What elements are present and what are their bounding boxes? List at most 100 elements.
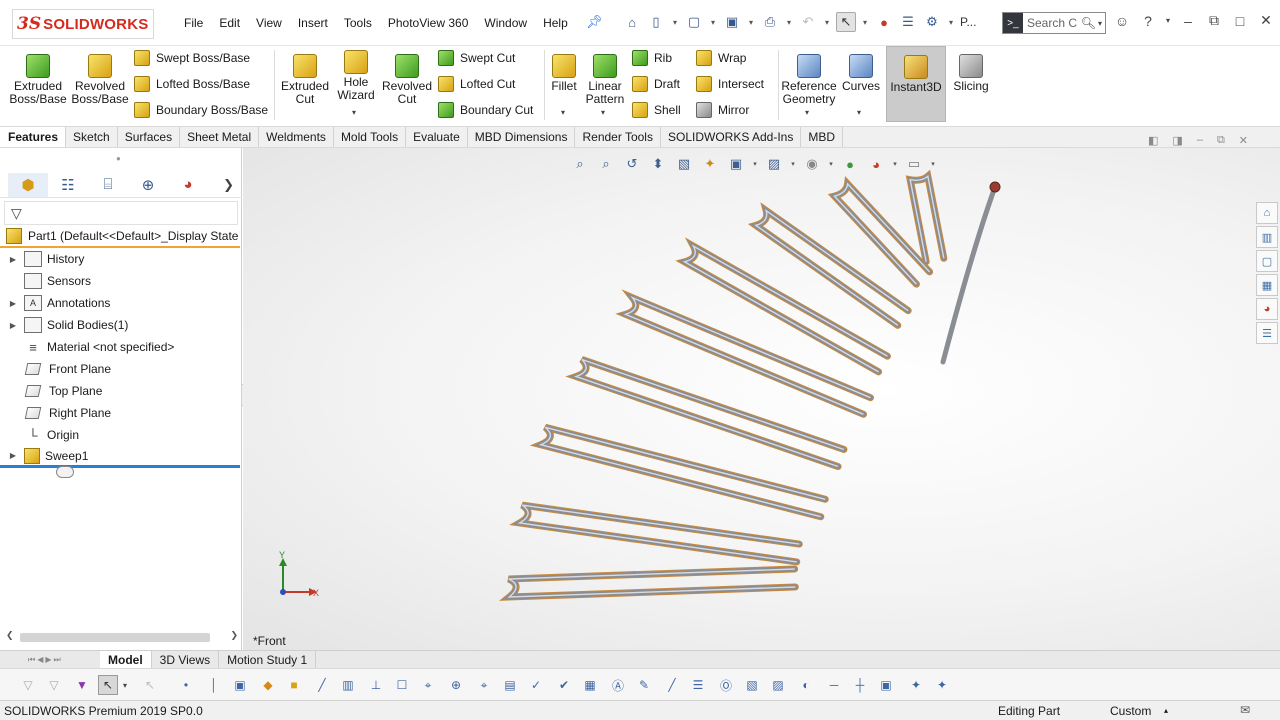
filter-dimensions-icon[interactable]: ▤ — [500, 675, 520, 695]
menu-tools[interactable]: Tools — [336, 16, 380, 30]
filter-geometric-tolerance-icon[interactable]: ✔ — [554, 675, 574, 695]
property-manager-tab-icon[interactable]: ☷ — [48, 173, 88, 197]
help-icon[interactable]: ? — [1138, 13, 1158, 29]
revolved-cut-button[interactable]: Revolved Cut — [380, 54, 434, 106]
graphics-area[interactable]: ⌕ ⌕ ↺ ⬍ ▧ ✦ ▣ ▾ ▨ ▾ ◉ ▾ ● ◕ ▾ ▭ ▾ ⌂ ▥ ▢ … — [243, 148, 1280, 650]
chevron-right-icon[interactable]: ❯ — [223, 177, 234, 193]
restore-icon[interactable]: ⧉ — [1204, 12, 1224, 29]
tree-item-annotations[interactable]: ▶ A Annotations — [0, 292, 240, 314]
filter-solid-bodies-icon[interactable]: ■ — [284, 675, 304, 695]
shell-button[interactable]: Shell — [632, 99, 681, 121]
filter-surface-bodies-icon[interactable]: ◆ — [258, 675, 278, 695]
boundary-boss-button[interactable]: Boundary Boss/Base — [134, 99, 268, 121]
filter-faces-icon[interactable]: ▣ — [230, 675, 250, 695]
select-arrow-icon[interactable]: ↖ — [98, 675, 118, 695]
fillet-button[interactable]: Fillet — [548, 54, 580, 93]
chevron-down-icon[interactable]: ▾ — [708, 12, 718, 32]
linear-pattern-button[interactable]: Linear Pattern — [584, 54, 626, 106]
tree-item-front-plane[interactable]: Front Plane — [0, 358, 240, 380]
tab-features[interactable]: Features — [0, 127, 67, 147]
maximize-icon[interactable]: □ — [1230, 13, 1250, 29]
tab-mbd[interactable]: MBD — [801, 127, 844, 147]
search-box[interactable]: >_ Search C 🔍︎ ▾ — [1002, 12, 1106, 34]
filter-datum-targets-icon[interactable]: ╱ — [662, 675, 682, 695]
expand-arrow-icon[interactable]: ▶ — [0, 255, 24, 264]
rebuild-icon[interactable]: ● — [874, 12, 894, 32]
filter-mbd-icon[interactable]: ▣ — [876, 675, 896, 695]
gear-icon[interactable]: ⚙ — [922, 12, 942, 32]
extruded-boss-button[interactable]: Extruded Boss/Base — [8, 54, 68, 106]
tile-left-icon[interactable]: ◧ — [1148, 134, 1158, 147]
clear-filters-icon[interactable]: ↖ — [140, 675, 160, 695]
filter-notes-icon[interactable]: ▦ — [580, 675, 600, 695]
display-manager-tab-icon[interactable]: ◕ — [168, 173, 208, 197]
chevron-down-icon[interactable]: ▾ — [601, 108, 605, 117]
tree-item-history[interactable]: ▶ History — [0, 248, 240, 270]
search-commands-icon[interactable]: >_ — [1003, 13, 1023, 33]
search-input[interactable]: Search C — [1023, 16, 1081, 30]
chevron-down-icon[interactable]: ▾ — [120, 675, 130, 695]
user-icon[interactable]: ☺ — [1112, 13, 1132, 29]
filter-surface-finish-icon[interactable]: ✓ — [526, 675, 546, 695]
first-tab-icon[interactable]: ⏮ — [28, 655, 35, 665]
filter-sketch-icon[interactable]: ✦ — [932, 675, 952, 695]
filter-cosmetic-thread-icon[interactable]: ☰ — [688, 675, 708, 695]
filter-axes-icon[interactable]: ╱ — [312, 675, 332, 695]
chevron-down-icon[interactable]: ▾ — [784, 12, 794, 32]
chevron-down-icon[interactable]: ▾ — [860, 12, 870, 32]
tab-render-tools[interactable]: Render Tools — [575, 127, 661, 147]
menu-help[interactable]: Help — [535, 16, 576, 30]
curves-button[interactable]: Curves — [842, 54, 880, 93]
menu-photoview[interactable]: PhotoView 360 — [380, 16, 477, 30]
filter-centerline-icon[interactable]: ⌖ — [474, 675, 494, 695]
filter-mid-edge-alt-icon[interactable]: ┼ — [850, 675, 870, 695]
tile-right-icon[interactable]: ◨ — [1172, 134, 1182, 147]
tab-model[interactable]: Model — [100, 651, 152, 668]
draft-button[interactable]: Draft — [632, 73, 680, 95]
expand-arrow-icon[interactable]: ▶ — [0, 451, 24, 460]
solidworks-logo[interactable]: 3S SOLIDWORKS — [12, 9, 154, 39]
scrollbar-thumb[interactable] — [20, 633, 210, 642]
extruded-cut-button[interactable]: Extruded Cut — [276, 54, 334, 106]
file-properties-icon[interactable]: ☰ — [898, 12, 918, 32]
tab-sheet-metal[interactable]: Sheet Metal — [180, 127, 260, 147]
profile-label[interactable]: P... — [960, 12, 976, 32]
next-tab-icon[interactable]: ▶ — [45, 655, 51, 664]
slicing-button[interactable]: Slicing — [950, 54, 992, 93]
pin-icon[interactable]: 📌︎ — [586, 14, 603, 30]
search-icon[interactable]: 🔍︎ — [1081, 16, 1098, 30]
unit-system[interactable]: Custom — [1110, 704, 1151, 718]
rollback-bar-cursor-icon[interactable] — [56, 466, 74, 478]
tab-mold-tools[interactable]: Mold Tools — [334, 127, 407, 147]
tree-item-right-plane[interactable]: Right Plane — [0, 402, 240, 424]
close-icon[interactable]: ✕ — [1256, 12, 1276, 29]
rib-button[interactable]: Rib — [632, 47, 672, 69]
tree-item-solid-bodies[interactable]: ▶ Solid Bodies(1) — [0, 314, 240, 336]
filter-dowel-pin-icon[interactable]: ▧ — [742, 675, 762, 695]
filter-weld-symbol-icon[interactable]: ✎ — [634, 675, 654, 695]
tab-motion-study-1[interactable]: Motion Study 1 — [219, 651, 317, 668]
chevron-down-icon[interactable]: ▾ — [670, 12, 680, 32]
chevron-down-icon[interactable]: ▾ — [352, 108, 356, 117]
filter-toggle-icon[interactable]: ▽ — [44, 675, 64, 695]
chevron-down-icon[interactable]: ▾ — [822, 12, 832, 32]
tree-item-origin[interactable]: └ Origin — [0, 424, 240, 446]
swept-cut-button[interactable]: Swept Cut — [438, 47, 515, 69]
tree-item-top-plane[interactable]: Top Plane — [0, 380, 240, 402]
restore-icon[interactable]: ⧉ — [1217, 134, 1225, 147]
boundary-cut-button[interactable]: Boundary Cut — [438, 99, 533, 121]
tab-sketch[interactable]: Sketch — [66, 127, 118, 147]
print-icon[interactable]: ⎙ — [760, 12, 780, 32]
intersect-button[interactable]: Intersect — [696, 73, 764, 95]
filter-midpoints-icon[interactable]: ⌖ — [418, 675, 438, 695]
filter-sketch-points-icon[interactable]: ⊥ — [366, 675, 386, 695]
previous-tab-icon[interactable]: ◀ — [37, 655, 43, 664]
filter-vertices-icon[interactable]: • — [176, 675, 196, 695]
wrap-button[interactable]: Wrap — [696, 47, 746, 69]
chevron-down-icon[interactable]: ▾ — [946, 12, 956, 32]
home-icon[interactable]: ⌂ — [622, 12, 642, 32]
scroll-left-icon[interactable]: ❮ — [6, 630, 14, 641]
tree-root-part[interactable]: Part1 (Default<<Default>_Display State — [0, 226, 240, 248]
tab-mbd-dimensions[interactable]: MBD Dimensions — [468, 127, 576, 147]
tree-item-sensors[interactable]: Sensors — [0, 270, 240, 292]
